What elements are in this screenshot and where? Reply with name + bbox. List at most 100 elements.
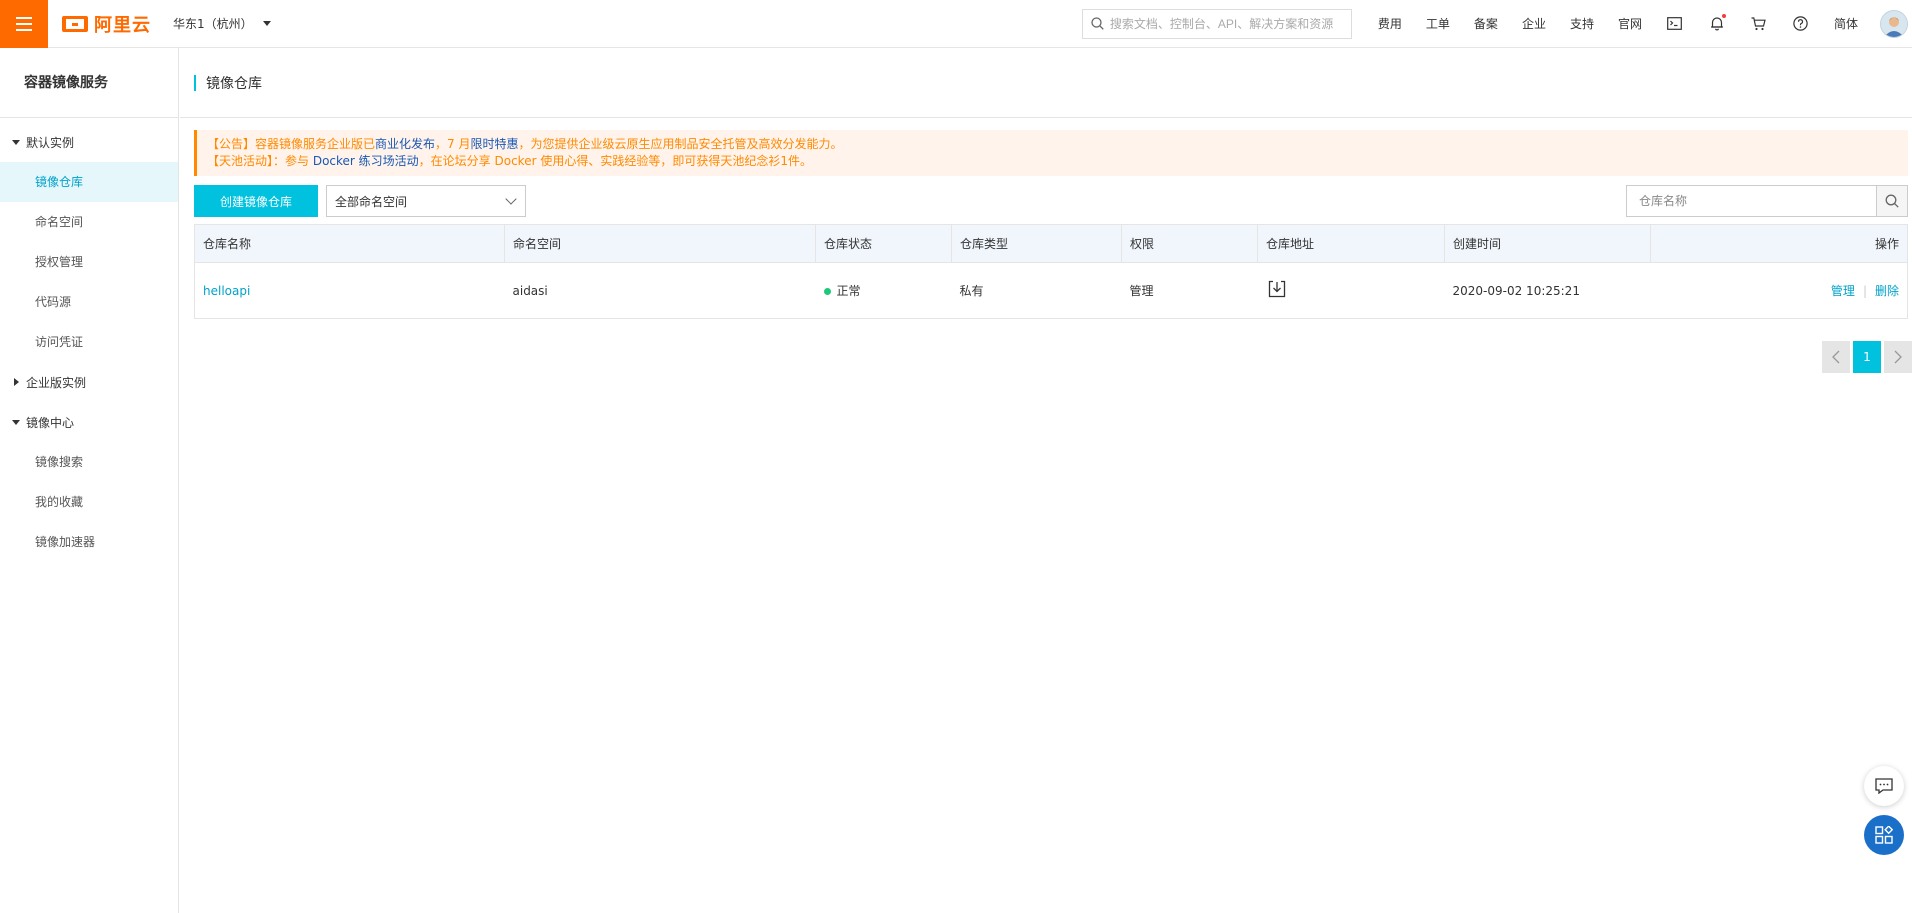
top-link-official-site[interactable]: 官网 xyxy=(1606,15,1654,32)
search-icon xyxy=(1091,17,1104,30)
region-selector[interactable]: 华东1（杭州） xyxy=(173,15,271,32)
sidebar-group-default-instance[interactable]: 默认实例 xyxy=(0,122,178,162)
user-avatar[interactable] xyxy=(1880,9,1908,38)
address-cell xyxy=(1257,262,1445,319)
sidebar-group-label: 镜像中心 xyxy=(26,415,75,430)
notice-text: ，在论坛分享 Docker 使用心得、实践经验等，即可获得天池纪念衫1件。 xyxy=(418,154,812,168)
global-search[interactable] xyxy=(1081,8,1352,39)
sidebar-item-namespaces[interactable]: 命名空间 xyxy=(0,202,178,242)
apps-float-button[interactable] xyxy=(1864,815,1904,855)
page-header: 镜像仓库 xyxy=(180,48,1912,118)
col-header-name: 仓库名称 xyxy=(194,224,505,263)
top-link-billing[interactable]: 费用 xyxy=(1366,15,1414,32)
status-cell: 正常 xyxy=(815,262,952,319)
sidebar-group-image-center[interactable]: 镜像中心 xyxy=(0,402,178,442)
cart-icon xyxy=(1751,16,1767,30)
col-header-namespace: 命名空间 xyxy=(504,224,816,263)
chevron-down-icon xyxy=(505,193,517,205)
notice-text: ，为您提供企业级云原生应用制品安全托管及高效分发能力。 xyxy=(518,137,843,151)
menu-icon xyxy=(16,16,32,31)
triangle-down-icon xyxy=(12,139,20,145)
main-content: 镜像仓库 【公告】容器镜像服务企业版已商业化发布，7 月限时特惠，为您提供企业级… xyxy=(180,48,1912,913)
create-repository-button[interactable]: 创建镜像仓库 xyxy=(194,185,319,217)
col-header-status: 仓库状态 xyxy=(815,224,952,263)
global-search-input[interactable] xyxy=(1109,16,1340,31)
notice-text: 【公告】容器镜像服务企业版已 xyxy=(207,137,376,151)
language-switch[interactable]: 简体 xyxy=(1822,15,1870,32)
col-header-type: 仓库类型 xyxy=(951,224,1122,263)
help-button[interactable] xyxy=(1780,16,1822,31)
status-text: 正常 xyxy=(836,284,861,298)
help-icon xyxy=(1793,16,1809,31)
announcement-line-1: 【公告】容器镜像服务企业版已商业化发布，7 月限时特惠，为您提供企业级云原生应用… xyxy=(207,136,1898,153)
namespace-cell: aidasi xyxy=(504,262,816,319)
notification-dot xyxy=(1721,14,1726,18)
terminal-button[interactable] xyxy=(1654,17,1696,30)
top-link-enterprise[interactable]: 企业 xyxy=(1510,15,1558,32)
manage-link[interactable]: 管理 xyxy=(1831,284,1855,298)
repository-search-input[interactable] xyxy=(1626,185,1876,217)
region-label: 华东1（杭州） xyxy=(173,17,253,31)
search-icon xyxy=(1885,194,1899,208)
sidebar: 容器镜像服务 默认实例 镜像仓库 命名空间 授权管理 代码源 访问凭证 企业版实… xyxy=(0,48,179,913)
sidebar-item-my-favorites[interactable]: 我的收藏 xyxy=(0,482,178,522)
top-link-support[interactable]: 支持 xyxy=(1558,15,1606,32)
chat-icon xyxy=(1875,778,1893,794)
title-accent-bar xyxy=(194,74,196,91)
sidebar-item-image-search[interactable]: 镜像搜索 xyxy=(0,442,178,482)
delete-link[interactable]: 删除 xyxy=(1875,284,1899,298)
notice-link-commercial-release[interactable]: 商业化发布 xyxy=(375,137,435,151)
repository-search xyxy=(1626,185,1908,217)
hamburger-menu-button[interactable] xyxy=(0,0,48,48)
sidebar-group-enterprise-instance[interactable]: 企业版实例 xyxy=(0,362,178,402)
sidebar-group-label: 企业版实例 xyxy=(26,375,87,390)
aliyun-logo[interactable]: 阿里云 xyxy=(62,11,151,37)
triangle-right-icon xyxy=(14,378,19,386)
announcement-banner: 【公告】容器镜像服务企业版已商业化发布，7 月限时特惠，为您提供企业级云原生应用… xyxy=(194,130,1908,176)
chevron-right-icon xyxy=(1894,350,1902,364)
apps-icon xyxy=(1875,826,1893,844)
repository-name-link[interactable]: helloapi xyxy=(203,284,250,298)
cart-button[interactable] xyxy=(1738,16,1780,31)
repository-table: 仓库名称 命名空间 仓库状态 仓库类型 权限 仓库地址 创建时间 操作 hell… xyxy=(194,224,1908,319)
repository-address-button[interactable] xyxy=(1268,280,1286,301)
action-separator: | xyxy=(1862,284,1867,298)
bell-icon xyxy=(1710,17,1723,31)
table-row: helloapi aidasi 正常 私有 管理 2020-09-02 10:2… xyxy=(194,262,1908,319)
top-link-filing[interactable]: 备案 xyxy=(1462,15,1510,32)
pagination: 1 xyxy=(1819,341,1912,373)
triangle-down-icon xyxy=(12,419,20,425)
caret-down-icon xyxy=(262,21,271,26)
top-link-ticket[interactable]: 工单 xyxy=(1414,15,1462,32)
page-title: 镜像仓库 xyxy=(206,75,262,92)
permission-cell: 管理 xyxy=(1121,262,1258,319)
type-cell: 私有 xyxy=(951,262,1122,319)
notice-link-docker-activity[interactable]: Docker 练习场活动 xyxy=(309,154,419,168)
repository-search-button[interactable] xyxy=(1876,185,1908,217)
sidebar-item-code-source[interactable]: 代码源 xyxy=(0,282,178,322)
chevron-left-icon xyxy=(1832,350,1840,364)
col-header-created: 创建时间 xyxy=(1444,224,1651,263)
sidebar-item-authorization[interactable]: 授权管理 xyxy=(0,242,178,282)
prev-page-button[interactable] xyxy=(1822,341,1850,373)
col-header-actions: 操作 xyxy=(1650,224,1908,263)
sidebar-item-repositories[interactable]: 镜像仓库 xyxy=(0,162,178,202)
actions-cell: 管理 | 删除 xyxy=(1650,262,1908,319)
notification-button[interactable] xyxy=(1696,14,1738,31)
col-header-permission: 权限 xyxy=(1121,224,1258,263)
sidebar-item-access-credentials[interactable]: 访问凭证 xyxy=(0,322,178,362)
sidebar-group-label: 默认实例 xyxy=(26,135,75,150)
next-page-button[interactable] xyxy=(1884,341,1912,373)
created-cell: 2020-09-02 10:25:21 xyxy=(1444,262,1651,319)
notice-link-limited-offer[interactable]: 限时特惠 xyxy=(470,137,518,151)
col-header-address: 仓库地址 xyxy=(1257,224,1445,263)
notice-text: 【天池活动】：参与 xyxy=(207,154,310,168)
namespace-select[interactable]: 全部命名空间 xyxy=(326,185,527,217)
feedback-float-button[interactable] xyxy=(1864,766,1904,806)
sidebar-item-image-accelerator[interactable]: 镜像加速器 xyxy=(0,522,178,562)
logo-text: 阿里云 xyxy=(94,14,151,36)
page-button-current[interactable]: 1 xyxy=(1853,341,1881,373)
user-avatar-icon xyxy=(1884,16,1904,37)
sidebar-title: 容器镜像服务 xyxy=(0,48,178,118)
notice-text: ，7 月 xyxy=(435,137,471,151)
